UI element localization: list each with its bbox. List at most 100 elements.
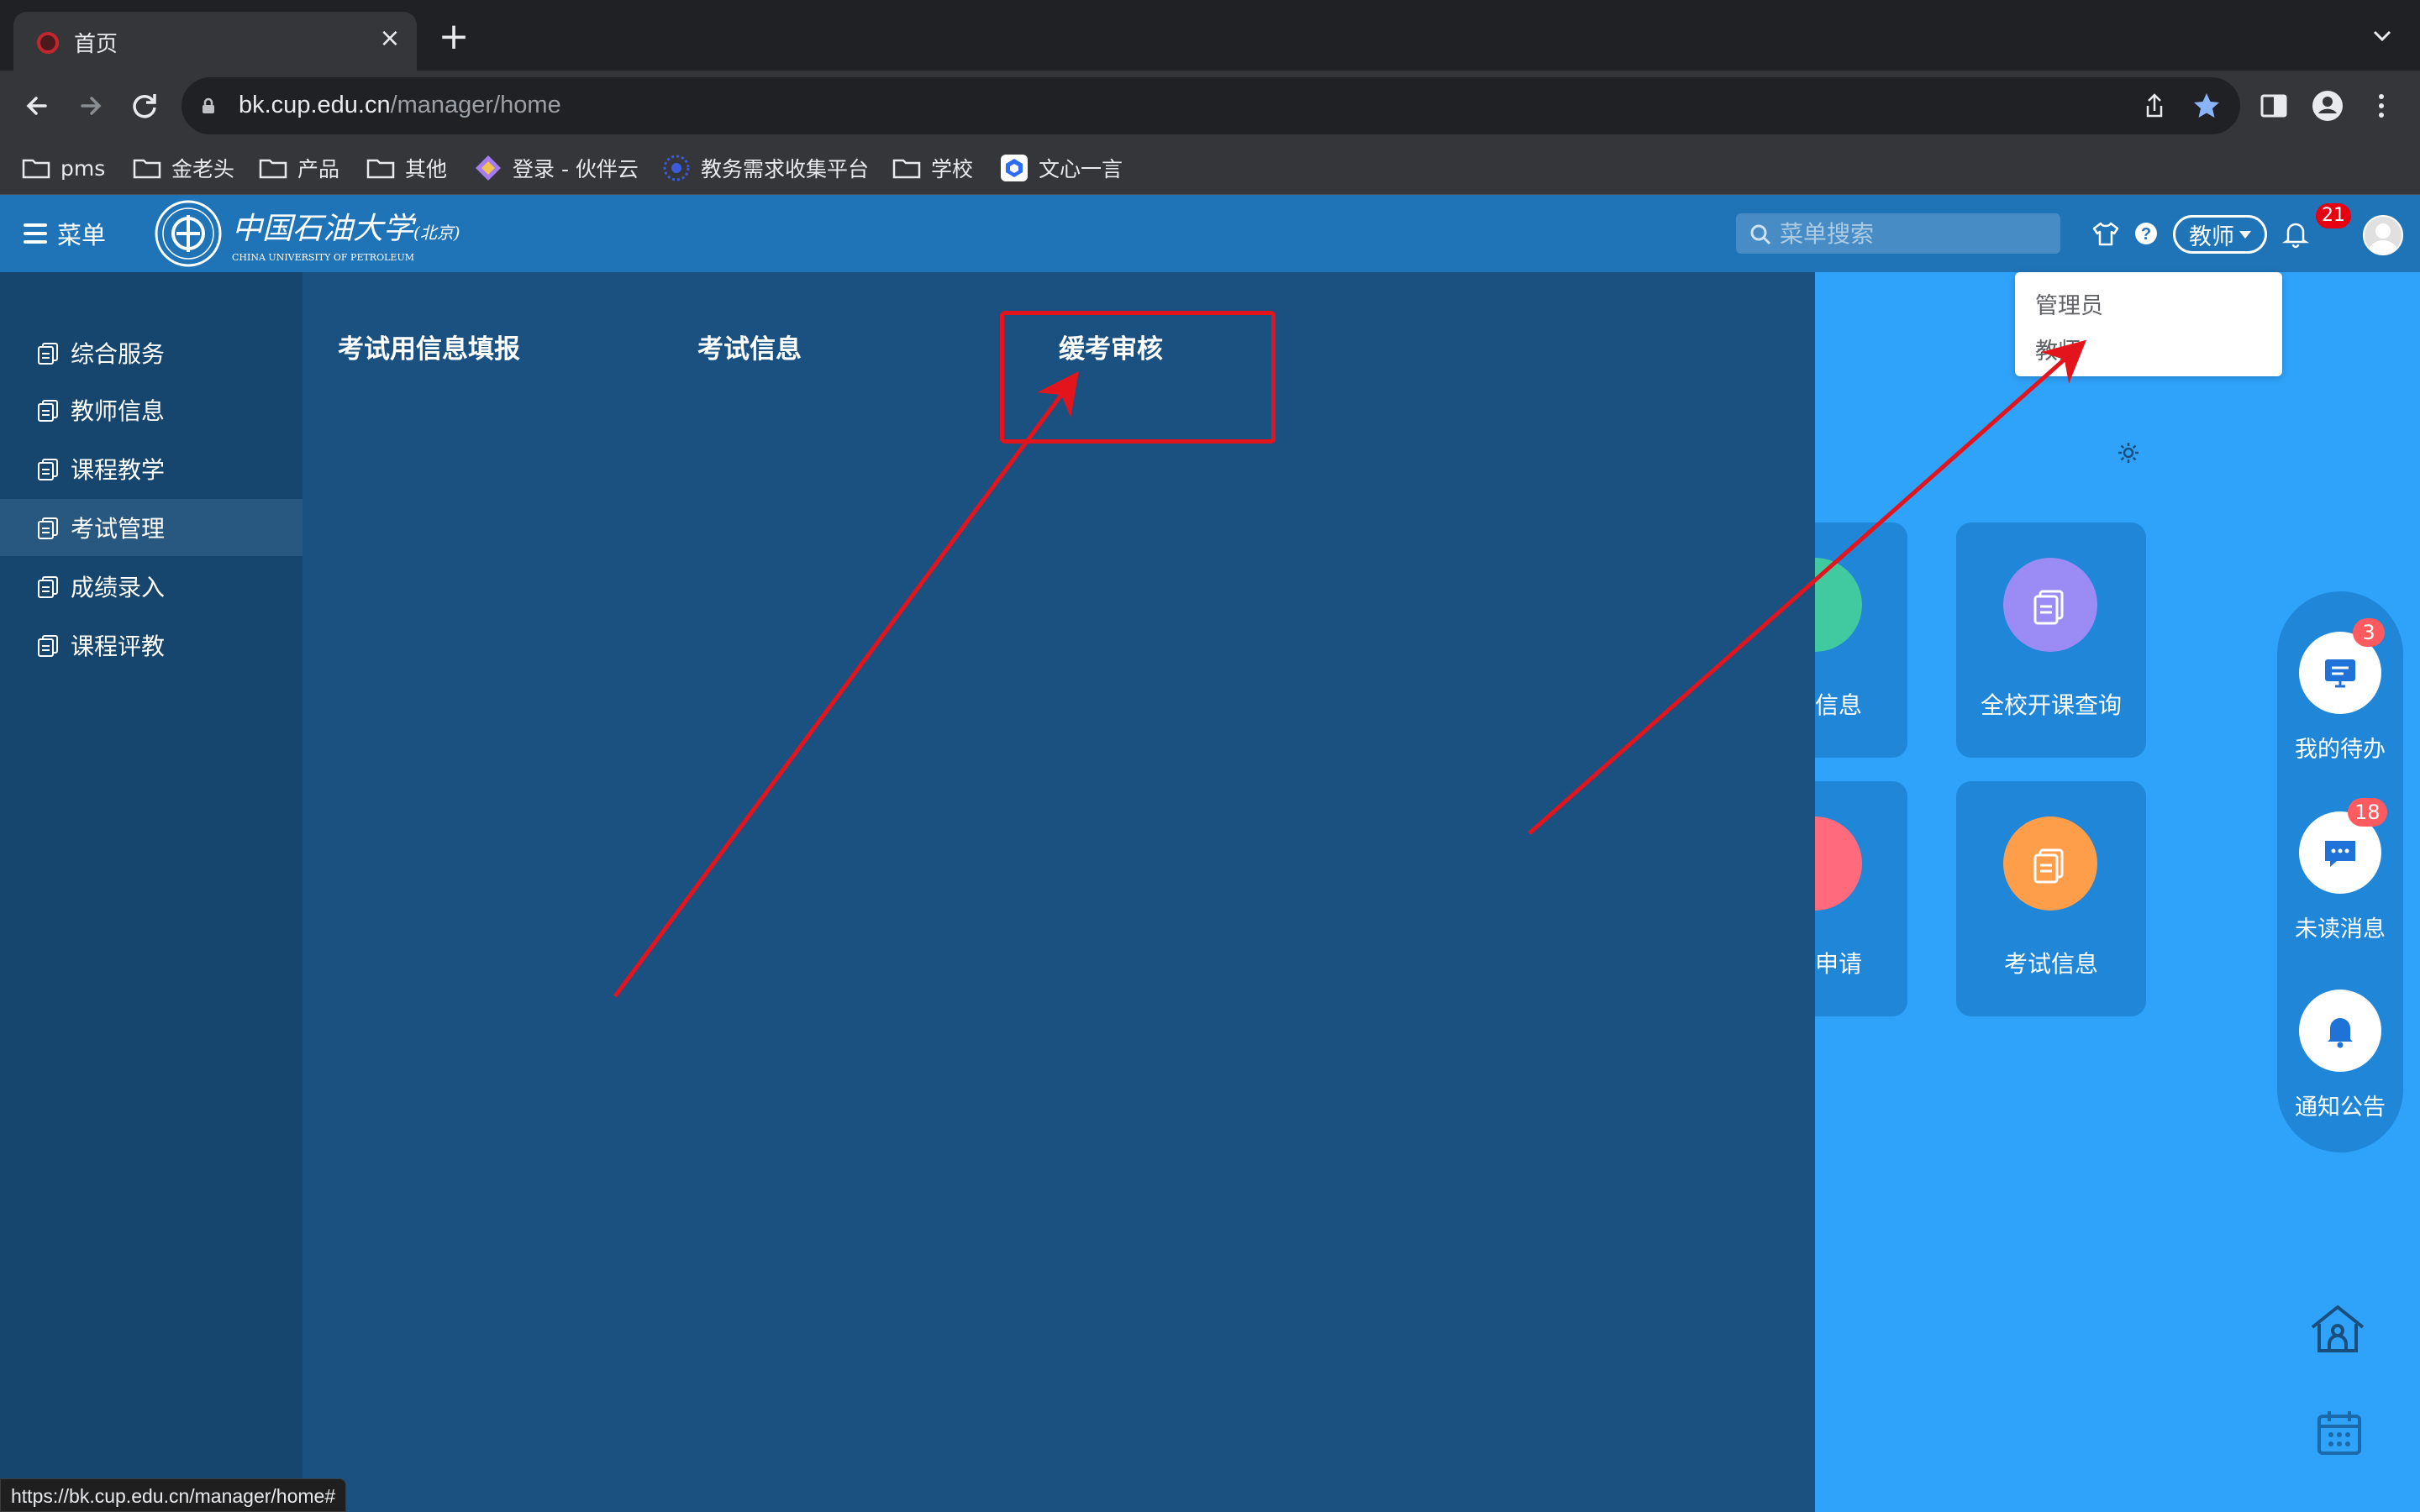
lock-icon: [203, 97, 214, 113]
svg-text:?: ?: [2141, 225, 2151, 244]
huobanyun-logo-icon: [476, 155, 501, 181]
bookmark-label: 文心一言: [1039, 157, 1123, 181]
new-tab-button[interactable]: +: [435, 18, 472, 57]
sidebar-item-label: 教师信息: [71, 397, 166, 425]
notification-bell-icon[interactable]: [2281, 218, 2311, 249]
bookmark-other[interactable]: 其他: [366, 151, 447, 185]
platform-logo-icon: [663, 155, 690, 181]
reload-icon[interactable]: [121, 82, 168, 129]
sidebar-item-label: 课程教学: [71, 456, 166, 484]
card-label: 考试信息: [2003, 950, 2098, 978]
card-label: 申请: [1815, 950, 1863, 978]
menu-search[interactable]: [1736, 213, 2060, 254]
address-bar[interactable]: bk.cup.edu.cn/manager/home: [182, 77, 2240, 134]
help-icon[interactable]: ?: [2131, 218, 2161, 249]
card-partial-info[interactable]: 信息: [1815, 522, 1907, 758]
submenu-exam-info[interactable]: 考试信息: [697, 328, 802, 365]
bookmark-label: pms: [60, 155, 106, 181]
document-icon: [38, 517, 58, 539]
sidebar-item-course-teaching[interactable]: 课程教学: [0, 440, 302, 497]
hamburger-icon: [24, 223, 47, 244]
logo-subtitle: (北京): [413, 223, 460, 243]
tab-close-icon[interactable]: ×: [373, 22, 407, 55]
unread-badge: 18: [2348, 798, 2387, 827]
card-label: 全校开课查询: [1980, 691, 2122, 719]
submenu-panel: 考试用信息填报 考试信息 缓考审核: [302, 272, 1815, 1512]
card-icon: [1815, 816, 1862, 911]
profile-icon[interactable]: [2307, 86, 2348, 126]
role-option-admin[interactable]: 管理员: [2035, 287, 2103, 320]
browser-tab[interactable]: 首页 ×: [13, 12, 417, 71]
bookmark-star-icon[interactable]: [2190, 89, 2223, 123]
sidebar-item-label: 成绩录入: [71, 574, 166, 601]
url-path: /manager/home: [390, 92, 561, 118]
document-icon: [2033, 848, 2064, 884]
folder-icon: [133, 159, 161, 179]
university-logo[interactable]: 中国石油大学 (北京) CHINA UNIVERSITY OF PETROLEU…: [151, 198, 487, 269]
tab-search-chevron-icon[interactable]: [2370, 24, 2395, 49]
more-menu-icon[interactable]: [2361, 86, 2402, 126]
site-favicon-icon: [37, 32, 59, 54]
quick-access-panel: 3 我的待办 18 未读消息 通知公告: [2277, 591, 2403, 1152]
bookmark-huobanyun[interactable]: 登录 - 伙伴云: [474, 151, 639, 185]
wenxin-logo-icon: [1001, 155, 1028, 181]
document-icon: [38, 459, 58, 480]
gear-icon[interactable]: [2116, 440, 2141, 465]
quick-todo[interactable]: 3 我的待办: [2277, 618, 2403, 783]
side-panel-icon[interactable]: [2254, 86, 2294, 126]
bookmark-label: 产品: [297, 157, 340, 181]
avatar[interactable]: [2363, 215, 2403, 255]
bookmark-school[interactable]: 学校: [892, 151, 973, 185]
document-icon: [2033, 590, 2064, 625]
menu-toggle-button[interactable]: 菜单: [24, 217, 106, 250]
back-icon[interactable]: [13, 82, 60, 129]
home-icon[interactable]: [2307, 1302, 2368, 1356]
app-header: 菜单 中国石油大学 (北京) CHINA UNIVERSITY OF PETRO…: [0, 195, 2420, 272]
browser-toolbar: bk.cup.edu.cn/manager/home: [0, 71, 2420, 141]
todo-badge: 3: [2353, 618, 2385, 647]
annotation-highlight-box: [1000, 311, 1276, 444]
role-option-teacher[interactable]: 教师: [2035, 333, 2081, 365]
logo-english: CHINA UNIVERSITY OF PETROLEUM: [232, 252, 414, 263]
bookmark-wenxinyiyan[interactable]: 文心一言: [1000, 151, 1123, 185]
card-icon: [1815, 558, 1862, 652]
card-course-query[interactable]: 全校开课查询: [1956, 522, 2146, 758]
card-label: 信息: [1815, 691, 1863, 719]
card-partial-apply[interactable]: 申请: [1815, 781, 1907, 1016]
sidebar-item-course-evaluation[interactable]: 课程评教: [0, 617, 302, 674]
url-text: bk.cup.edu.cn/manager/home: [239, 92, 561, 119]
bookmark-product[interactable]: 产品: [259, 151, 339, 185]
search-icon: [1750, 224, 1771, 245]
card-exam-info[interactable]: 考试信息: [1956, 781, 2146, 1016]
bookmark-jiaowu-platform[interactable]: 教务需求收集平台: [662, 151, 869, 185]
document-icon: [38, 576, 58, 598]
sidebar-item-exam-management[interactable]: 考试管理: [0, 499, 302, 556]
document-icon: [38, 343, 58, 365]
forward-icon[interactable]: [67, 82, 114, 129]
document-icon: [38, 400, 58, 422]
folder-icon: [892, 159, 921, 179]
sidebar-item-label: 课程评教: [71, 633, 166, 660]
sidebar-item-grade-entry[interactable]: 成绩录入: [0, 558, 302, 615]
shirt-icon[interactable]: [2091, 218, 2121, 249]
quick-unread-messages[interactable]: 18 未读消息: [2277, 798, 2403, 963]
role-select[interactable]: 教师: [2173, 215, 2267, 254]
menu-label: 菜单: [57, 221, 107, 249]
bookmark-jinlaotou[interactable]: 金老头: [133, 151, 234, 185]
link-status-bubble: https://bk.cup.edu.cn/manager/home#: [0, 1478, 347, 1512]
role-current: 教师: [2189, 223, 2234, 250]
folder-icon: [259, 159, 287, 179]
tab-title: 首页: [74, 32, 118, 57]
menu-search-input[interactable]: [1780, 218, 2049, 249]
sidebar-item-general-services[interactable]: 综合服务: [0, 324, 302, 381]
calendar-icon[interactable]: [2314, 1408, 2365, 1458]
quick-notices[interactable]: 通知公告: [2277, 990, 2403, 1141]
card-icon: [2003, 816, 2097, 911]
bookmarks-bar: pms 金老头 产品 其他 登录 - 伙伴云 教务需求收集平台 学校 文心一言: [0, 141, 2420, 195]
card-icon: [2003, 558, 2097, 652]
share-icon[interactable]: [2138, 89, 2171, 123]
caret-down-icon: [2239, 230, 2251, 239]
submenu-exam-info-form[interactable]: 考试用信息填报: [338, 328, 520, 365]
sidebar-item-teacher-info[interactable]: 教师信息: [0, 381, 302, 438]
bookmark-pms[interactable]: pms: [22, 151, 105, 185]
